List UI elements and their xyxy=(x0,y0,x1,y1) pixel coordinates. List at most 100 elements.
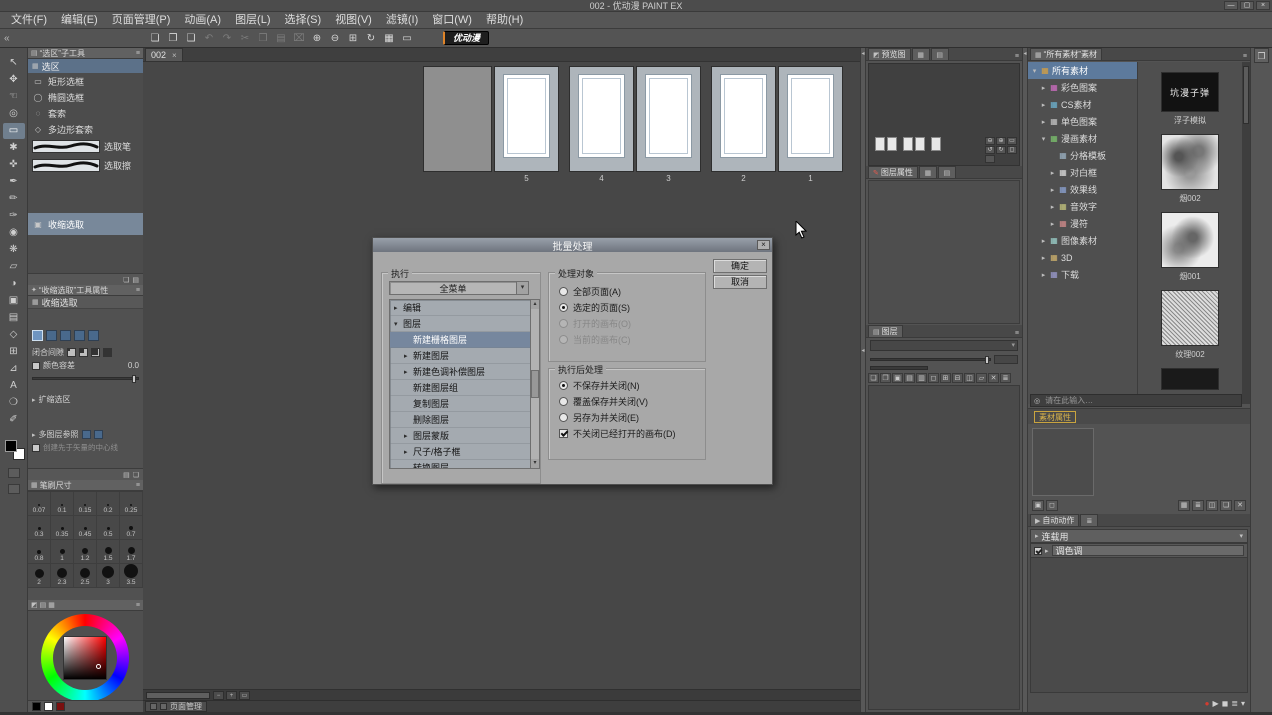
post-radio-option[interactable]: 另存为并关闭(E) xyxy=(549,409,705,425)
tool-button[interactable]: A xyxy=(3,378,25,394)
toolbar-icon[interactable]: ↶ xyxy=(201,31,217,46)
tree-expand-icon[interactable]: ▸ xyxy=(1040,271,1047,279)
foreground-color-swatch[interactable] xyxy=(5,440,17,452)
materials-tree-item[interactable]: ▸ ▦ 彩色图案 xyxy=(1028,79,1137,96)
brush-size-cell[interactable]: 3.5 xyxy=(120,564,143,588)
tool-button[interactable]: ✥ xyxy=(3,72,25,88)
history-color-white[interactable] xyxy=(44,702,53,711)
materials-menu-icon[interactable]: ≡ xyxy=(1243,53,1250,60)
layers-toolbar-icon[interactable]: ◻ xyxy=(928,373,939,383)
materials-tree-item[interactable]: ▸ ▦ 单色图案 xyxy=(1028,113,1137,130)
navigator-control-icon[interactable]: ▭ xyxy=(1007,137,1017,145)
tool-button[interactable]: ✒ xyxy=(3,174,25,190)
toolbar-icon[interactable]: ▦ xyxy=(381,31,397,46)
tool-button[interactable]: ✱ xyxy=(3,140,25,156)
multi-ref-option-icon-1[interactable] xyxy=(82,430,91,439)
tool-button[interactable]: ▤ xyxy=(3,310,25,326)
radio-icon[interactable] xyxy=(559,381,568,390)
close-gap-level-3[interactable] xyxy=(91,348,100,357)
command-expand-icon[interactable]: ▸ xyxy=(404,352,413,360)
close-gap-level-1[interactable] xyxy=(67,348,76,357)
brush-size-cell[interactable]: 0.07 xyxy=(28,492,51,516)
command-tree-item[interactable]: ▸ 尺子/格子框 xyxy=(390,444,531,460)
scroll-down-icon[interactable]: ▾ xyxy=(531,459,539,468)
radio-icon[interactable] xyxy=(559,287,568,296)
border-effect-tab[interactable]: ▦ xyxy=(919,166,937,178)
subtool-menu-icon[interactable]: ≡ xyxy=(136,50,140,57)
selection-mode-button[interactable] xyxy=(32,330,43,341)
tool-button[interactable]: ◎ xyxy=(3,106,25,122)
layers-toolbar-icon[interactable]: ❐ xyxy=(880,373,891,383)
delete-material-icon[interactable]: ✕ xyxy=(1234,500,1246,511)
menu-item[interactable]: 选择(S) xyxy=(278,12,329,28)
target-radio-option[interactable]: 打开的画布(O) xyxy=(549,315,705,331)
action-row[interactable]: ▸ 调色调 xyxy=(1031,544,1247,558)
radio-icon[interactable] xyxy=(559,303,568,312)
subtool-item[interactable]: ◌ 套索 xyxy=(28,105,143,121)
zoom-value-box[interactable] xyxy=(985,155,995,163)
tool-button[interactable]: ▱ xyxy=(3,259,25,275)
action-checkbox[interactable] xyxy=(1034,547,1042,555)
brush-size-cell[interactable]: 0.7 xyxy=(120,516,143,540)
multi-ref-expand-icon[interactable]: ▸ xyxy=(32,431,36,439)
selection-mode-button[interactable] xyxy=(88,330,99,341)
dialog-title-bar[interactable]: 批量处理 × xyxy=(373,238,772,252)
brush-size-cell[interactable]: 1 xyxy=(51,540,74,564)
page-thumbnail[interactable]: 4 xyxy=(569,66,634,186)
navigator-control-icon[interactable]: ◻ xyxy=(1007,146,1017,154)
new-material-icon[interactable]: ❏ xyxy=(1220,500,1232,511)
tree-expand-icon[interactable]: ▸ xyxy=(1040,84,1047,92)
opacity-value-box[interactable] xyxy=(994,355,1018,364)
tool-button[interactable]: ❍ xyxy=(3,395,25,411)
status-tab[interactable]: 页面管理 xyxy=(145,701,207,712)
layers-toolbar-icon[interactable]: ▤ xyxy=(904,373,915,383)
materials-tree-item[interactable]: ▾ ▦ 所有素材 xyxy=(1028,62,1137,79)
menu-item[interactable]: 窗口(W) xyxy=(425,12,479,28)
horizontal-scrollbar[interactable]: − + ▭ xyxy=(143,689,860,700)
cancel-button[interactable]: 取消 xyxy=(713,275,767,289)
color-wheel-tab-icon[interactable]: ◩ xyxy=(31,601,38,609)
view-grid-icon[interactable]: ▦ xyxy=(1178,500,1190,511)
navigator-control-icon[interactable]: ⊖ xyxy=(985,137,995,145)
subview-tab[interactable]: ▦ xyxy=(912,48,930,60)
close-gap-level-2[interactable] xyxy=(79,348,88,357)
subtool-item[interactable]: ◇ 多边形套索 xyxy=(28,121,143,137)
tree-expand-icon[interactable]: ▸ xyxy=(1049,203,1056,211)
toolbar-icon[interactable]: ❐ xyxy=(165,31,181,46)
command-tree-item[interactable]: ▸ 新建色调补偿图层 xyxy=(390,364,531,380)
tree-expand-icon[interactable]: ▸ xyxy=(1049,169,1056,177)
tool-button[interactable]: ⊿ xyxy=(3,361,25,377)
tool-button[interactable]: ↖ xyxy=(3,55,25,71)
layer-list[interactable] xyxy=(868,385,1020,710)
toolbar-icon[interactable]: ❑ xyxy=(183,31,199,46)
tool-button[interactable]: ◇ xyxy=(3,327,25,343)
layers-toolbar-icon[interactable]: ✕ xyxy=(988,373,999,383)
action-set-dropdown-icon[interactable]: ▾ xyxy=(1239,532,1243,540)
ok-button[interactable]: 确定 xyxy=(713,259,767,273)
materials-tree-item[interactable]: ▸ ▦ CS素材 xyxy=(1028,96,1137,113)
layers-toolbar-icon[interactable]: ▱ xyxy=(976,373,987,383)
material-item[interactable]: 烟001 xyxy=(1161,212,1219,280)
tool-button[interactable]: ◑ xyxy=(3,276,25,292)
transparent-color-icon[interactable] xyxy=(8,468,20,478)
layers-toolbar-icon[interactable]: ▣ xyxy=(892,373,903,383)
tree-expand-icon[interactable]: ▾ xyxy=(1031,67,1038,75)
layers-menu-icon[interactable]: ≡ xyxy=(1015,330,1022,337)
radio-icon[interactable] xyxy=(559,413,568,422)
navigator-menu-icon[interactable]: ≡ xyxy=(1015,53,1022,60)
tool-button[interactable]: ☜ xyxy=(3,89,25,105)
collapse-panel-icon-2[interactable]: ◂ xyxy=(861,347,865,354)
checkbox-icon[interactable] xyxy=(559,429,568,438)
material-item[interactable]: 烟002 xyxy=(1161,134,1219,202)
brush-size-cell[interactable]: 1.2 xyxy=(74,540,97,564)
materials-scrollbar[interactable] xyxy=(1242,62,1250,404)
brush-size-cell[interactable]: 2 xyxy=(28,564,51,588)
selection-mode-button[interactable] xyxy=(46,330,57,341)
navigator-control-icon[interactable]: ↺ xyxy=(985,146,995,154)
color-menu-icon[interactable]: ≡ xyxy=(136,602,140,609)
toolbar-icon[interactable]: ❏ xyxy=(147,31,163,46)
materials-tree-item[interactable]: ▦ 分格模板 xyxy=(1028,147,1137,164)
color-margin-slider[interactable] xyxy=(32,377,139,380)
toolbar-icon[interactable]: ↷ xyxy=(219,31,235,46)
command-tree-item[interactable]: ▸ 编辑 xyxy=(390,300,531,316)
